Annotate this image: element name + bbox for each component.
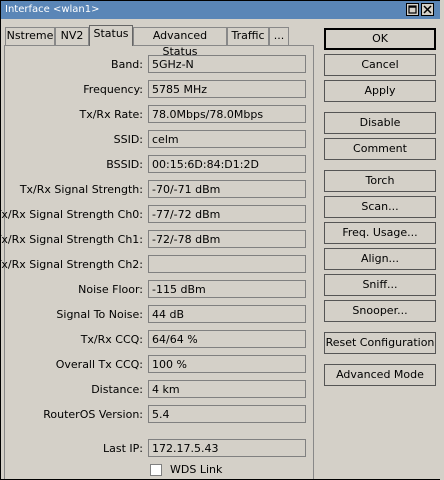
- signal-strength-ch2-field: [148, 255, 306, 273]
- signal-to-noise-row: Signal To Noise: 44 dB: [5, 305, 315, 324]
- overall-tx-ccq-row: Overall Tx CCQ: 100 %: [5, 355, 315, 374]
- interface-window: Interface <wlan1> Nstreme NV2 Status Adv…: [0, 0, 442, 480]
- comment-button[interactable]: Comment: [324, 138, 436, 160]
- overall-tx-ccq-label: Overall Tx CCQ:: [55, 358, 143, 371]
- distance-field: 4 km: [148, 380, 306, 398]
- restore-icon[interactable]: [406, 3, 419, 16]
- window-title: Interface <wlan1>: [5, 4, 100, 15]
- sniff-button[interactable]: Sniff...: [324, 274, 436, 296]
- torch-button[interactable]: Torch: [324, 170, 436, 192]
- last-ip-row: Last IP: 172.17.5.43: [5, 439, 315, 458]
- signal-strength-ch1-row: Tx/Rx Signal Strength Ch1: -72/-78 dBm: [1, 230, 315, 249]
- noise-floor-row: Noise Floor: -115 dBm: [5, 280, 315, 299]
- close-icon[interactable]: [421, 3, 434, 16]
- frequency-row: Frequency: 5785 MHz: [5, 80, 315, 99]
- routeros-version-row: RouterOS Version: 5.4: [5, 405, 315, 424]
- tx-rx-ccq-row: Tx/Rx CCQ: 64/64 %: [5, 330, 315, 349]
- title-bar[interactable]: Interface <wlan1>: [1, 1, 441, 19]
- align-button[interactable]: Align...: [324, 248, 436, 270]
- disable-button[interactable]: Disable: [324, 112, 436, 134]
- tx-rx-rate-label: Tx/Rx Rate:: [79, 108, 143, 121]
- snooper-button[interactable]: Snooper...: [324, 300, 436, 322]
- signal-strength-ch2-label: Tx/Rx Signal Strength Ch2:: [0, 258, 143, 271]
- tab-nstreme[interactable]: Nstreme: [5, 27, 55, 45]
- tab-more[interactable]: ...: [269, 27, 289, 45]
- window-edge: [440, 0, 444, 480]
- signal-strength-ch0-label: Tx/Rx Signal Strength Ch0:: [0, 208, 143, 221]
- bssid-row: BSSID: 00:15:6D:84:D1:2D: [5, 155, 315, 174]
- tx-rx-rate-row: Tx/Rx Rate: 78.0Mbps/78.0Mbps: [5, 105, 315, 124]
- signal-strength-ch0-row: Tx/Rx Signal Strength Ch0: -77/-72 dBm: [1, 205, 315, 224]
- ssid-field: celm: [148, 130, 306, 148]
- bssid-field: 00:15:6D:84:D1:2D: [148, 155, 306, 173]
- tab-traffic[interactable]: Traffic: [227, 27, 269, 45]
- tx-rx-ccq-label: Tx/Rx CCQ:: [80, 333, 143, 346]
- signal-strength-ch2-row: Tx/Rx Signal Strength Ch2:: [1, 255, 315, 274]
- tab-advanced-status[interactable]: Advanced Status: [133, 27, 227, 58]
- frequency-field: 5785 MHz: [148, 80, 306, 98]
- noise-floor-label: Noise Floor:: [78, 283, 143, 296]
- ssid-label: SSID:: [113, 133, 143, 146]
- band-row: Band: 5GHz-N: [5, 55, 315, 74]
- advanced-mode-button[interactable]: Advanced Mode: [324, 364, 436, 386]
- signal-strength-ch1-field: -72/-78 dBm: [148, 230, 306, 248]
- tx-rx-ccq-field: 64/64 %: [148, 330, 306, 348]
- apply-button[interactable]: Apply: [324, 80, 436, 102]
- signal-strength-field: -70/-71 dBm: [148, 180, 306, 198]
- freq-usage-button[interactable]: Freq. Usage...: [324, 222, 436, 244]
- tx-rx-rate-field: 78.0Mbps/78.0Mbps: [148, 105, 306, 123]
- noise-floor-field: -115 dBm: [148, 280, 306, 298]
- ok-button[interactable]: OK: [324, 28, 436, 50]
- frequency-label: Frequency:: [83, 83, 143, 96]
- tab-nv2[interactable]: NV2: [55, 27, 89, 45]
- last-ip-label: Last IP:: [103, 442, 143, 455]
- distance-row: Distance: 4 km: [5, 380, 315, 399]
- distance-label: Distance:: [91, 383, 143, 396]
- signal-strength-ch1-label: Tx/Rx Signal Strength Ch1:: [0, 233, 143, 246]
- signal-to-noise-label: Signal To Noise:: [56, 308, 143, 321]
- routeros-version-label: RouterOS Version:: [43, 408, 143, 421]
- signal-strength-ch0-field: -77/-72 dBm: [148, 205, 306, 223]
- wds-link-label: WDS Link: [170, 463, 223, 476]
- last-ip-field: 172.17.5.43: [148, 439, 306, 457]
- band-label: Band:: [111, 58, 143, 71]
- wds-link-checkbox[interactable]: [150, 464, 162, 476]
- band-field: 5GHz-N: [148, 55, 306, 73]
- status-panel: Band: 5GHz-N Frequency: 5785 MHz Tx/Rx R…: [1, 45, 315, 479]
- reset-configuration-button[interactable]: Reset Configuration: [324, 332, 436, 354]
- overall-tx-ccq-field: 100 %: [148, 355, 306, 373]
- signal-strength-row: Tx/Rx Signal Strength: -70/-71 dBm: [5, 180, 315, 199]
- ssid-row: SSID: celm: [5, 130, 315, 149]
- bssid-label: BSSID:: [106, 158, 143, 171]
- cancel-button[interactable]: Cancel: [324, 54, 436, 76]
- tab-status[interactable]: Status: [89, 25, 133, 46]
- scan-button[interactable]: Scan...: [324, 196, 436, 218]
- signal-strength-label: Tx/Rx Signal Strength:: [19, 183, 143, 196]
- routeros-version-field: 5.4: [148, 405, 306, 423]
- signal-to-noise-field: 44 dB: [148, 305, 306, 323]
